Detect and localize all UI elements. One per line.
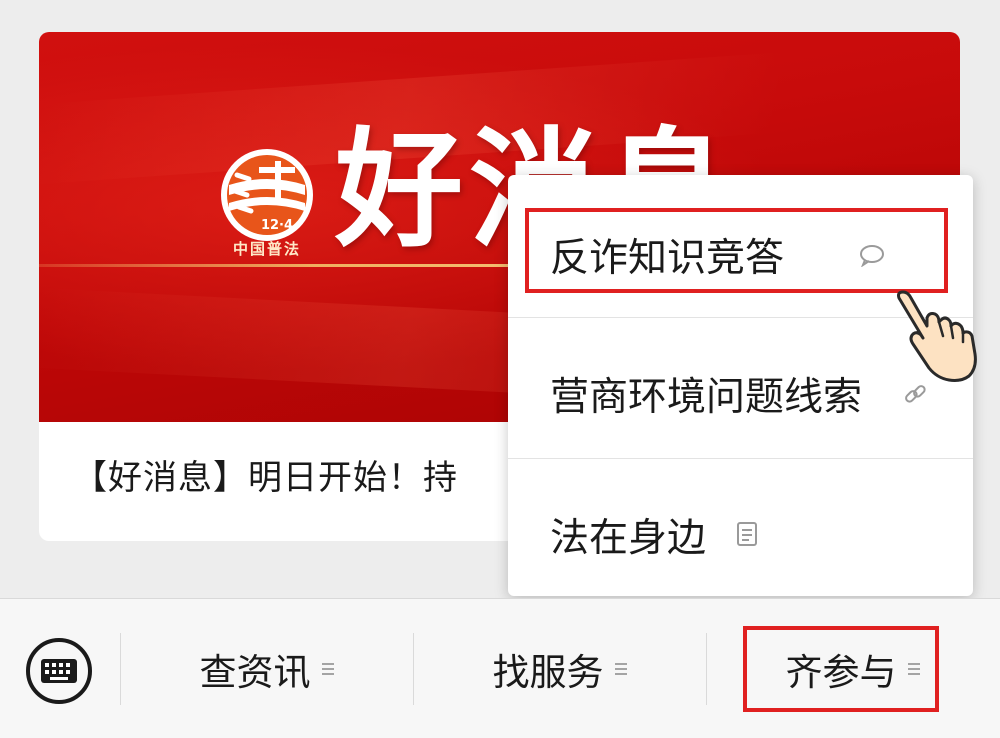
law-logo-icon: 12·4	[221, 149, 313, 241]
menu-lines-icon	[614, 663, 627, 675]
submenu-item-label: 法在身边	[550, 516, 707, 561]
article-caption: 【好消息】明日开始！持	[73, 458, 458, 498]
chat-bubble-icon	[860, 245, 884, 267]
menu-tab-services[interactable]: 找服务	[414, 639, 706, 699]
submenu-item-law-around-you[interactable]: 法在身边	[508, 458, 973, 598]
submenu-popup: 反诈知识竞答 营商环境问题线索 法在身边	[508, 175, 973, 596]
menu-tab-label: 查资讯	[199, 651, 311, 694]
document-icon	[737, 522, 757, 546]
submenu-item-label: 反诈知识竞答	[550, 236, 785, 281]
menu-tab-news[interactable]: 查资讯	[121, 639, 413, 699]
logo-caption: 中国普法	[232, 240, 301, 258]
link-icon	[905, 385, 926, 403]
pointing-hand-icon	[897, 290, 977, 382]
menu-tab-label: 齐参与	[785, 651, 897, 694]
menu-tab-participate[interactable]: 齐参与	[707, 639, 999, 699]
menu-lines-icon	[321, 663, 334, 675]
menu-lines-icon	[907, 663, 920, 675]
submenu-item-label: 营商环境问题线索	[550, 375, 863, 420]
keyboard-icon[interactable]	[25, 637, 93, 705]
menu-tab-label: 找服务	[492, 651, 604, 694]
logo-date-text: 12·4	[261, 218, 293, 233]
bottom-menu-bar: 查资讯 找服务 齐参与	[0, 598, 1000, 738]
